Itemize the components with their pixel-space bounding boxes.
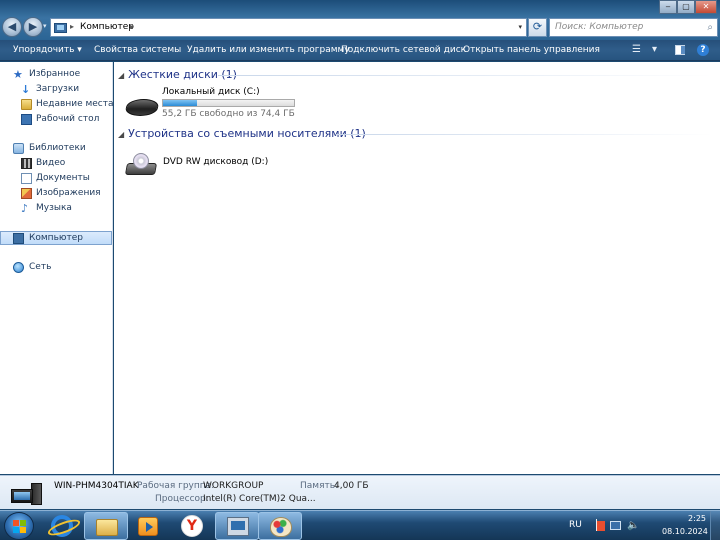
back-button[interactable]: ◀ bbox=[2, 17, 22, 37]
nav-libraries[interactable]: Библиотеки bbox=[0, 142, 112, 156]
libraries-icon bbox=[13, 143, 24, 154]
search-input[interactable]: Поиск: Компьютер ⌕ bbox=[549, 18, 718, 37]
drive-c-free-space: 55,2 ГБ свободно из 74,4 ГБ bbox=[162, 109, 295, 119]
computer-icon bbox=[13, 233, 24, 244]
nav-music[interactable]: ♪ Музыка bbox=[0, 202, 112, 216]
hard-drive-icon bbox=[124, 99, 160, 116]
computer-large-icon bbox=[11, 483, 43, 507]
details-pane: WIN-PHM4304TIAK Рабочая группа: WORKGROU… bbox=[0, 475, 720, 509]
processor-key: Процессор: bbox=[155, 494, 209, 504]
documents-icon bbox=[21, 173, 32, 184]
language-indicator[interactable]: RU bbox=[569, 520, 582, 530]
refresh-button[interactable]: ⟳ bbox=[528, 18, 547, 37]
taskbar: Y RU 🔈 2:25 08.10.2024 bbox=[0, 510, 720, 540]
downloads-icon: ↓ bbox=[21, 83, 31, 96]
navigation-pane: ★ Избранное ↓ Загрузки Недавние места Ра… bbox=[0, 62, 114, 474]
help-icon[interactable]: ? bbox=[697, 44, 709, 56]
close-button[interactable]: ✕ bbox=[695, 0, 717, 14]
forward-button[interactable]: ▶ bbox=[23, 17, 43, 37]
drive-c-usage-fill bbox=[163, 100, 198, 106]
drive-d-label: DVD RW дисковод (D:) bbox=[163, 157, 269, 167]
recent-pages-dropdown[interactable]: ▾ bbox=[43, 22, 47, 30]
group-divider bbox=[218, 75, 713, 76]
nav-desktop[interactable]: Рабочий стол bbox=[0, 113, 112, 127]
nav-video[interactable]: Видео bbox=[0, 157, 112, 171]
processor-value: Intel(R) Core(TM)2 Qua... bbox=[203, 494, 316, 504]
group-divider bbox=[336, 134, 713, 135]
minimize-button[interactable]: ‒ bbox=[659, 0, 677, 14]
command-bar: Упорядочить ▾ Свойства системы Удалить и… bbox=[0, 40, 720, 61]
address-bar[interactable]: ▸ Компьютер ▸ ▾ bbox=[50, 18, 527, 37]
drive-c-usage-bar bbox=[162, 99, 295, 107]
view-options-icon[interactable]: ☰ bbox=[632, 44, 641, 55]
view-dropdown-icon[interactable]: ▾ bbox=[652, 44, 657, 55]
collapse-triangle-icon[interactable]: ◢ bbox=[118, 71, 124, 80]
address-dropdown-icon[interactable]: ▾ bbox=[518, 23, 522, 31]
action-center-flag-icon[interactable] bbox=[596, 519, 605, 531]
file-list: ◢ Жесткие диски (1) Локальный диск (C:) 5… bbox=[114, 62, 720, 474]
dvd-drive-icon bbox=[124, 153, 158, 177]
search-icon: ⌕ bbox=[707, 22, 713, 33]
paint-palette-icon bbox=[270, 517, 292, 537]
folder-icon bbox=[96, 519, 118, 536]
computer-icon bbox=[54, 23, 67, 33]
yandex-browser-icon: Y bbox=[181, 515, 203, 537]
computer-name: WIN-PHM4304TIAK bbox=[54, 481, 139, 491]
clock-date[interactable]: 08.10.2024 bbox=[662, 527, 708, 536]
images-icon bbox=[21, 188, 32, 199]
taskbar-internet-explorer[interactable] bbox=[40, 512, 84, 540]
breadcrumb-separator[interactable]: ▸ bbox=[130, 22, 134, 31]
workgroup-value: WORKGROUP bbox=[203, 481, 264, 491]
desktop-icon bbox=[21, 114, 32, 125]
favorites-star-icon: ★ bbox=[13, 68, 23, 81]
uninstall-program-button[interactable]: Удалить или изменить программу bbox=[187, 45, 350, 55]
nav-documents[interactable]: Документы bbox=[0, 172, 112, 186]
internet-explorer-icon bbox=[51, 515, 73, 537]
windows-logo-icon bbox=[13, 520, 26, 533]
media-player-icon bbox=[138, 517, 158, 536]
nav-images[interactable]: Изображения bbox=[0, 187, 112, 201]
clock-time[interactable]: 2:25 bbox=[676, 514, 706, 523]
start-button[interactable] bbox=[4, 512, 34, 540]
nav-favorites[interactable]: ★ Избранное bbox=[0, 68, 112, 82]
network-globe-icon bbox=[13, 262, 24, 273]
taskbar-yandex-browser[interactable]: Y bbox=[170, 512, 214, 540]
open-control-panel-button[interactable]: Открыть панель управления bbox=[463, 45, 600, 55]
breadcrumb-computer[interactable]: Компьютер bbox=[80, 22, 134, 32]
system-properties-button[interactable]: Свойства системы bbox=[94, 45, 181, 55]
taskbar-media-player[interactable] bbox=[126, 512, 170, 540]
video-icon bbox=[21, 158, 32, 169]
memory-value: 4,00 ГБ bbox=[334, 481, 369, 491]
nav-network[interactable]: Сеть bbox=[0, 261, 112, 275]
memory-key: Память: bbox=[300, 481, 339, 491]
show-desktop-button[interactable] bbox=[710, 511, 720, 540]
nav-computer[interactable]: Компьютер bbox=[0, 231, 112, 245]
window-controls: ‒ ▢ ✕ bbox=[659, 0, 717, 14]
recent-places-icon bbox=[21, 99, 32, 110]
maximize-button[interactable]: ▢ bbox=[677, 0, 695, 14]
music-note-icon: ♪ bbox=[21, 202, 29, 215]
search-placeholder: Поиск: Компьютер bbox=[555, 22, 644, 32]
nav-recent-places[interactable]: Недавние места bbox=[0, 98, 114, 112]
taskbar-explorer[interactable] bbox=[84, 512, 128, 540]
nav-downloads[interactable]: ↓ Загрузки bbox=[0, 83, 112, 97]
title-bar: ◀ ▶ ▾ ▸ Компьютер ▸ ▾ ⟳ Поиск: Компьютер… bbox=[0, 0, 720, 40]
taskbar-paint[interactable] bbox=[258, 512, 302, 540]
breadcrumb-separator[interactable]: ▸ bbox=[70, 22, 74, 31]
taskbar-remote-desktop[interactable] bbox=[215, 512, 259, 540]
volume-icon[interactable]: 🔈 bbox=[627, 520, 639, 531]
drive-c-label: Локальный диск (C:) bbox=[162, 87, 260, 97]
collapse-triangle-icon[interactable]: ◢ bbox=[118, 130, 124, 139]
network-status-icon[interactable] bbox=[610, 521, 621, 530]
remote-desktop-icon bbox=[227, 517, 249, 536]
map-network-drive-button[interactable]: Подключить сетевой диск bbox=[341, 45, 466, 55]
group-header-removable[interactable]: ◢ Устройства со съемными носителями (1) bbox=[118, 127, 366, 140]
preview-pane-icon[interactable] bbox=[675, 45, 685, 55]
organize-button[interactable]: Упорядочить ▾ bbox=[13, 45, 82, 55]
